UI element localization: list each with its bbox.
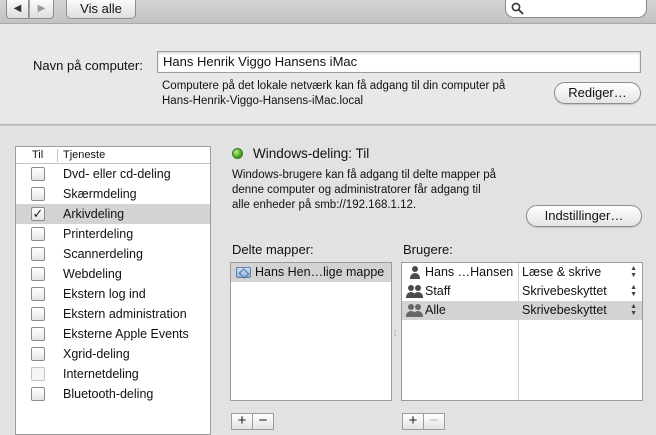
service-row-screen-sharing[interactable]: Skærmdeling [16, 184, 210, 204]
stepper-icon[interactable]: ▲ ▼ [630, 284, 637, 298]
user-name: Hans …Hansen [425, 265, 514, 279]
computer-name-label: Navn på computer: [33, 58, 143, 73]
service-label: Dvd- eller cd-deling [63, 167, 171, 181]
service-checkbox[interactable] [31, 247, 45, 261]
service-checkbox[interactable] [31, 227, 45, 241]
service-row-file-sharing[interactable]: ✓ Arkivdeling [16, 204, 210, 224]
service-list: Til Tjeneste Dvd- eller cd-deling Skærmd… [15, 146, 211, 435]
sharing-section: Til Tjeneste Dvd- eller cd-deling Skærmd… [0, 126, 656, 435]
users-label: Brugere: [403, 242, 453, 257]
service-row-remote-login[interactable]: Ekstern log ind [16, 284, 210, 304]
group-icon [406, 285, 423, 299]
status-label: Windows-deling: Til [253, 146, 370, 161]
options-button[interactable]: Indstillinger… [526, 205, 642, 227]
service-label: Eksterne Apple Events [63, 327, 189, 341]
computer-name-field[interactable]: Hans Henrik Viggo Hansens iMac [157, 51, 641, 73]
shared-folder-name: Hans Hen…lige mappe [255, 265, 385, 279]
user-name: Alle [425, 303, 446, 317]
service-row-bluetooth-sharing[interactable]: Bluetooth-deling [16, 384, 210, 404]
stepper-icon[interactable]: ▲ ▼ [630, 265, 637, 279]
shared-folders-list: Hans Hen…lige mappe [230, 262, 392, 401]
split-view-handle[interactable]: ⁞ [394, 329, 396, 338]
shared-folders-label: Delte mapper: [232, 242, 314, 257]
add-shared-folder-button[interactable]: + [231, 413, 253, 430]
shared-folder-row[interactable]: Hans Hen…lige mappe [231, 263, 391, 282]
user-permission[interactable]: Skrivebeskyttet [522, 303, 607, 317]
service-row-internet-sharing[interactable]: Internetdeling [16, 364, 210, 384]
service-label: Arkivdeling [63, 207, 125, 221]
edit-button[interactable]: Rediger… [554, 82, 641, 104]
service-label: Xgrid-deling [63, 347, 130, 361]
address-desc-line2: Hans-Henrik-Viggo-Hansens-iMac.local [162, 95, 364, 107]
everyone-icon [406, 304, 423, 318]
user-permission[interactable]: Skrivebeskyttet [522, 284, 607, 298]
search-field[interactable] [505, 0, 647, 18]
show-all-button[interactable]: Vis alle [66, 0, 136, 19]
forward-arrow-icon: ▶ [37, 3, 46, 14]
user-permission[interactable]: Læse & skrive [522, 265, 601, 279]
column-header-on[interactable]: Til [32, 149, 43, 161]
service-checkbox-disabled[interactable] [31, 367, 45, 381]
back-button[interactable]: ◀ [6, 0, 29, 19]
back-arrow-icon: ◀ [13, 3, 22, 14]
user-row[interactable]: Hans …Hansen Læse & skrive ▲ ▼ [402, 263, 642, 282]
computer-address-description: Computere på det lokale netværk kan få a… [162, 79, 542, 109]
service-checkbox[interactable] [31, 387, 45, 401]
add-user-button[interactable]: + [402, 413, 424, 430]
service-label: Printerdeling [63, 227, 134, 241]
remove-shared-folder-button[interactable]: − [252, 413, 274, 430]
service-checkbox[interactable] [31, 327, 45, 341]
service-checkbox-checked[interactable]: ✓ [31, 207, 45, 221]
column-header-service[interactable]: Tjeneste [63, 149, 105, 161]
search-icon [511, 2, 524, 15]
service-label: Webdeling [63, 267, 122, 281]
windows-desc-line1: Windows-brugere kan få adgang til delte … [232, 169, 497, 181]
service-list-header: Til Tjeneste [16, 147, 210, 164]
address-desc-line1: Computere på det lokale netværk kan få a… [162, 80, 506, 92]
service-checkbox[interactable] [31, 307, 45, 321]
service-row-scanner-sharing[interactable]: Scannerdeling [16, 244, 210, 264]
service-label: Scannerdeling [63, 247, 143, 261]
column-separator [57, 149, 58, 162]
computer-name-section: Navn på computer: Hans Henrik Viggo Hans… [0, 25, 656, 124]
user-row[interactable]: Staff Skrivebeskyttet ▲ ▼ [402, 282, 642, 301]
forward-button[interactable]: ▶ [29, 0, 54, 19]
service-checkbox[interactable] [31, 187, 45, 201]
service-label: Skærmdeling [63, 187, 137, 201]
service-label: Ekstern administration [63, 307, 187, 321]
service-checkbox[interactable] [31, 287, 45, 301]
service-label: Bluetooth-deling [63, 387, 154, 401]
windows-sharing-description: Windows-brugere kan få adgang til delte … [232, 168, 532, 213]
user-name: Staff [425, 284, 451, 298]
service-row-web-sharing[interactable]: Webdeling [16, 264, 210, 284]
service-row-xgrid-sharing[interactable]: Xgrid-deling [16, 344, 210, 364]
status-indicator-icon [232, 148, 243, 159]
windows-desc-line2: denne computer og administratorer får ad… [232, 184, 481, 196]
users-list: Hans …Hansen Læse & skrive ▲ ▼ Staff Skri… [401, 262, 643, 401]
service-row-remote-apple-events[interactable]: Eksterne Apple Events [16, 324, 210, 344]
remove-user-button[interactable]: − [423, 413, 445, 430]
service-row-dvd[interactable]: Dvd- eller cd-deling [16, 164, 210, 184]
stepper-icon[interactable]: ▲ ▼ [630, 303, 637, 317]
service-checkbox[interactable] [31, 347, 45, 361]
single-user-icon [407, 266, 423, 280]
windows-desc-line3: alle enheder på smb://192.168.1.12. [232, 199, 417, 211]
service-row-remote-management[interactable]: Ekstern administration [16, 304, 210, 324]
service-checkbox[interactable] [31, 167, 45, 181]
shared-folder-icon [236, 267, 251, 278]
service-checkbox[interactable] [31, 267, 45, 281]
toolbar: ◀ ▶ Vis alle [0, 0, 656, 24]
service-row-printer-sharing[interactable]: Printerdeling [16, 224, 210, 244]
user-row[interactable]: Alle Skrivebeskyttet ▲ ▼ [402, 301, 642, 320]
service-label: Internetdeling [63, 367, 139, 381]
service-label: Ekstern log ind [63, 287, 146, 301]
